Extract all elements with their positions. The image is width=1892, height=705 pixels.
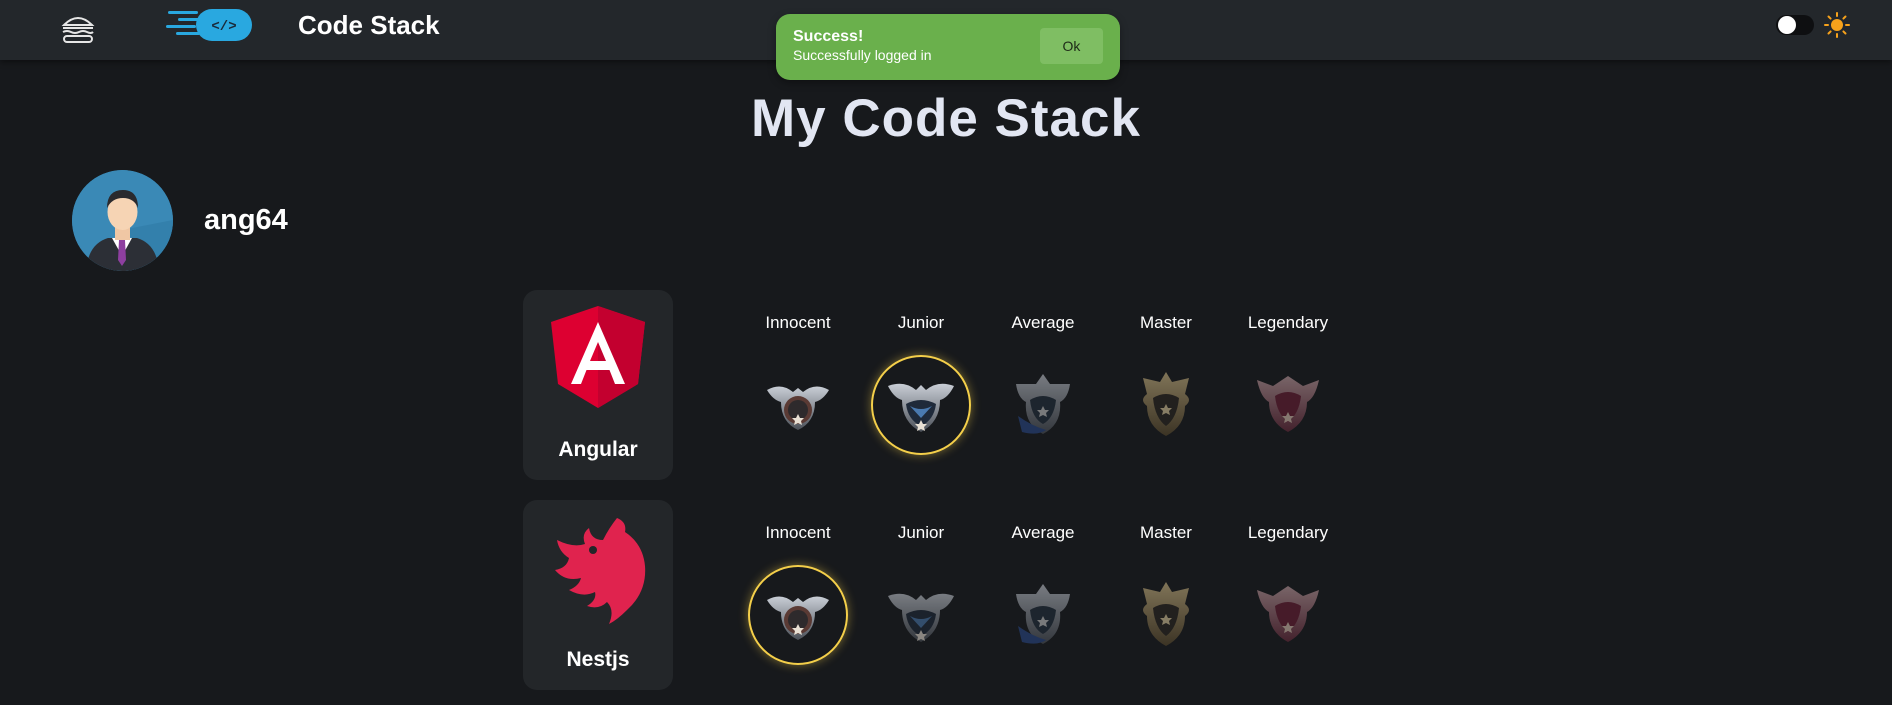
toast-title: Success! [793,28,864,45]
junior-badge-icon [886,370,956,440]
code-brackets-logo: </> [166,9,252,41]
tech-name: Nestjs [566,648,630,671]
tech-name: Angular [558,438,638,461]
theme-toggle [1744,12,1852,38]
sun-icon [1824,12,1850,38]
level-label: Innocent [765,523,831,542]
angular-logo [551,306,645,408]
innocent-badge-icon [763,370,833,440]
app-title: Code Stack [298,10,440,40]
master-badge-icon [1131,370,1201,440]
level-junior[interactable]: Junior [866,500,976,690]
legendary-badge-icon [1253,580,1323,650]
level-master[interactable]: Master [1111,500,1221,690]
toast-message: Successfully logged in [793,47,932,63]
toast-ok-button[interactable]: Ok [1040,28,1103,64]
innocent-badge-icon [763,580,833,650]
success-toast: Success! Successfully logged in Ok [776,14,1120,80]
svg-text:</>: </> [211,19,236,35]
moon-icon [1748,16,1757,34]
level-label: Legendary [1247,523,1329,542]
level-legendary[interactable]: Legendary [1233,290,1343,480]
level-master[interactable]: Master [1111,290,1221,480]
username: ang64 [204,204,288,236]
level-label: Master [1140,523,1192,542]
level-list: Innocent Junior Average Master Legendary [743,290,1363,480]
legendary-badge-icon [1253,370,1323,440]
theme-switch[interactable] [1776,15,1814,35]
stack-row-nestjs: Nestjs Innocent Junior Average Master Le… [523,500,1353,690]
average-badge-icon [1008,580,1078,650]
average-badge-icon [1008,370,1078,440]
tech-card-nestjs[interactable]: Nestjs [523,500,673,690]
level-average[interactable]: Average [988,290,1098,480]
junior-badge-icon [886,580,956,650]
level-label: Junior [897,313,945,332]
level-legendary[interactable]: Legendary [1233,500,1343,690]
level-innocent[interactable]: Innocent [743,290,853,480]
level-label: Average [1011,523,1075,542]
level-label: Master [1140,313,1192,332]
level-label: Legendary [1247,313,1329,332]
level-label: Average [1011,313,1075,332]
level-innocent[interactable]: Innocent [743,500,853,690]
master-badge-icon [1131,580,1201,650]
level-list: Innocent Junior Average Master Legendary [743,500,1363,690]
level-label: Innocent [765,313,831,332]
burger-icon[interactable] [60,11,96,45]
level-average[interactable]: Average [988,500,1098,690]
page-title: My Code Stack [750,89,1141,148]
level-label: Junior [897,523,945,542]
theme-switch-knob [1778,16,1796,34]
user-avatar[interactable] [72,170,173,271]
nestjs-logo [555,518,646,624]
tech-card-angular[interactable]: Angular [523,290,673,480]
stack-row-angular: Angular Innocent Junior Average Master L… [523,290,1353,480]
level-junior[interactable]: Junior [866,290,976,480]
